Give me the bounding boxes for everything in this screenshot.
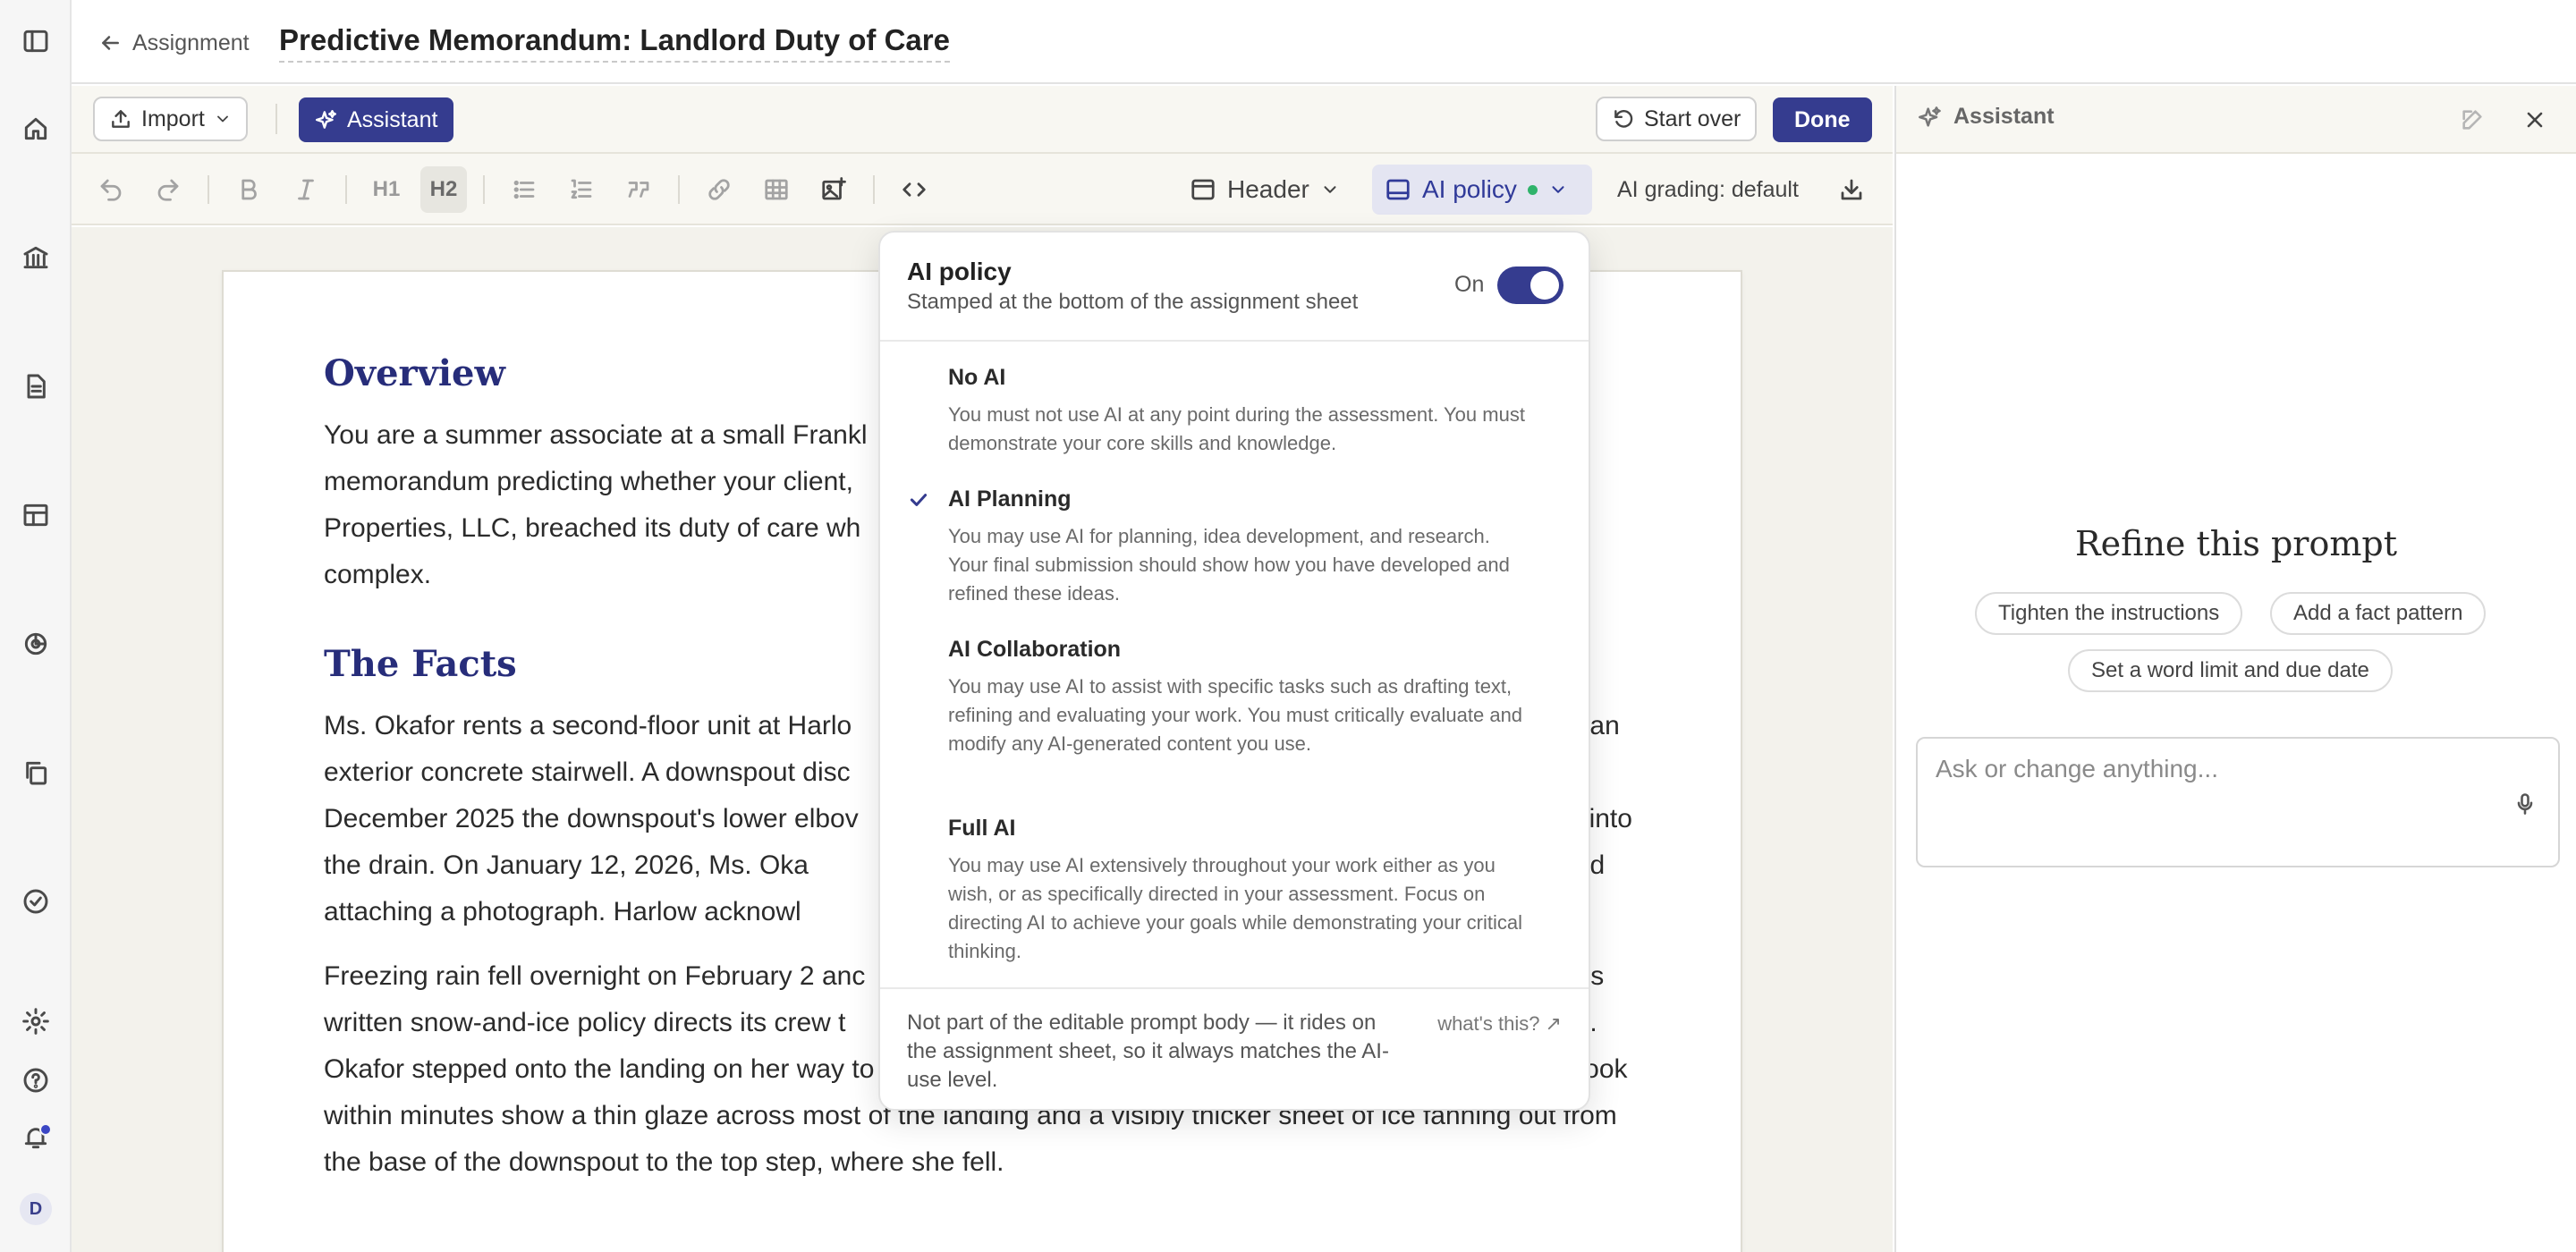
layout-panel-icon [1386,179,1410,200]
assistant-input-box [1916,737,2560,867]
check-icon [907,488,930,512]
suggestion-chip[interactable]: Tighten the instructions [1975,592,2243,635]
layout-icon [1191,179,1215,200]
arrow-left-icon [102,36,119,50]
page-title[interactable]: Predictive Memorandum: Landlord Duty of … [279,23,950,63]
check-circle-icon[interactable] [20,885,52,918]
table-icon[interactable] [20,499,52,531]
status-dot [1527,184,1538,195]
assistant-input[interactable] [1936,755,2490,783]
heading1-button[interactable]: H1 [363,166,410,213]
refine-heading: Refine this prompt [2075,524,2397,563]
assistant-button-label: Assistant [347,106,438,132]
close-icon[interactable] [2519,104,2551,136]
left-rail: D [0,0,72,1252]
assistant-header: Assistant [1896,86,2576,154]
divider [208,175,209,204]
sparkle-icon [1919,106,1941,127]
start-over-label: Start over [1644,106,1741,131]
upload-icon [112,110,130,128]
option-title: AI Planning [948,486,1072,512]
table-insert-icon[interactable] [753,166,800,213]
import-button[interactable]: Import [93,97,248,141]
numbered-list-icon[interactable] [558,166,605,213]
popover-subtitle: Stamped at the bottom of the assignment … [907,290,1359,314]
document-icon[interactable] [20,370,52,402]
sidebar-toggle-icon[interactable] [20,25,52,57]
back-link-label: Assignment [132,30,250,55]
option-description: You must not use AI at any point during … [948,403,1525,454]
divider [275,104,277,134]
undo-icon[interactable] [88,166,134,213]
done-button[interactable]: Done [1773,97,1872,142]
bullet-list-icon[interactable] [501,166,547,213]
heading2-button[interactable]: H2 [420,166,467,213]
copy-icon[interactable] [20,757,52,789]
ai-policy-dropdown-label: AI policy [1422,175,1517,203]
option-title: AI Collaboration [948,637,1122,662]
action-toolbar: Import Assistant Start over Done [72,86,1893,154]
header-dropdown[interactable]: Header [1177,165,1352,215]
done-label: Done [1794,106,1851,132]
institution-icon[interactable] [20,241,52,274]
footer-note: Not part of the editable prompt body — i… [907,1011,1389,1092]
analytics-icon[interactable] [20,628,52,660]
bold-icon[interactable] [225,166,272,213]
popover-title: AI policy [907,258,1012,285]
image-insert-icon[interactable] [810,166,857,213]
download-icon[interactable] [1828,166,1875,213]
chevron-down-icon [216,115,228,123]
sparkle-icon [315,110,336,129]
new-chat-icon[interactable] [2456,104,2488,136]
ai-policy-toggle[interactable] [1497,266,1563,304]
popover-footer: Not part of the editable prompt body — i… [880,987,1589,1109]
toggle-label: On [1454,272,1485,297]
top-header: Assignment Predictive Memorandum: Landlo… [72,0,2576,84]
import-label: Import [141,106,205,131]
microphone-icon[interactable] [2510,789,2540,819]
gear-icon[interactable] [20,1005,52,1037]
notification-dot [39,1123,52,1136]
ai-grading-status[interactable]: AI grading: default [1617,177,1799,203]
start-over-button[interactable]: Start over [1596,97,1758,141]
assistant-title-label: Assistant [1953,104,2055,129]
assistant-title: Assistant [1918,104,2055,130]
toggle-knob [1530,271,1559,300]
option-description: You may use AI for planning, idea develo… [948,525,1510,605]
suggestion-chip[interactable]: Set a word limit and due date [2068,649,2393,692]
quote-icon[interactable] [615,166,662,213]
formatting-toolbar: H1 H2 Header AI policy AI grading: defau… [72,154,1893,225]
divider [345,175,347,204]
divider [873,175,875,204]
option-description: You may use AI extensively throughout yo… [948,854,1522,962]
header-dropdown-label: Header [1227,175,1309,203]
avatar[interactable]: D [20,1193,52,1225]
option-description: You may use AI to assist with specific t… [948,675,1523,755]
rotate-ccw-icon [1614,110,1633,128]
help-icon[interactable] [20,1064,52,1096]
suggestion-chip[interactable]: Add a fact pattern [2270,592,2487,635]
redo-icon[interactable] [145,166,191,213]
link-icon[interactable] [696,166,742,213]
assistant-panel: Assistant Refine this prompt Tighten the… [1894,86,2576,1252]
code-icon[interactable] [891,166,937,213]
home-icon[interactable] [20,113,52,145]
ai-policy-dropdown[interactable]: AI policy [1372,165,1592,215]
heading2-label: H2 [429,177,458,201]
chevron-down-icon [1552,186,1564,193]
popover-header: AI policy Stamped at the bottom of the a… [880,233,1589,342]
bell-icon[interactable] [20,1121,52,1154]
whats-this-link[interactable]: what's this? ↗ [1437,1012,1562,1036]
divider [483,175,485,204]
option-title: Full AI [948,816,1016,841]
heading1-label: H1 [372,177,401,201]
assistant-button[interactable]: Assistant [299,97,454,142]
chevron-down-icon [1324,186,1336,193]
divider [678,175,680,204]
option-title: No AI [948,365,1006,390]
ai-policy-popover: AI policy Stamped at the bottom of the a… [878,231,1590,1111]
back-to-assignment-link[interactable]: Assignment [98,27,250,59]
italic-icon[interactable] [283,166,329,213]
